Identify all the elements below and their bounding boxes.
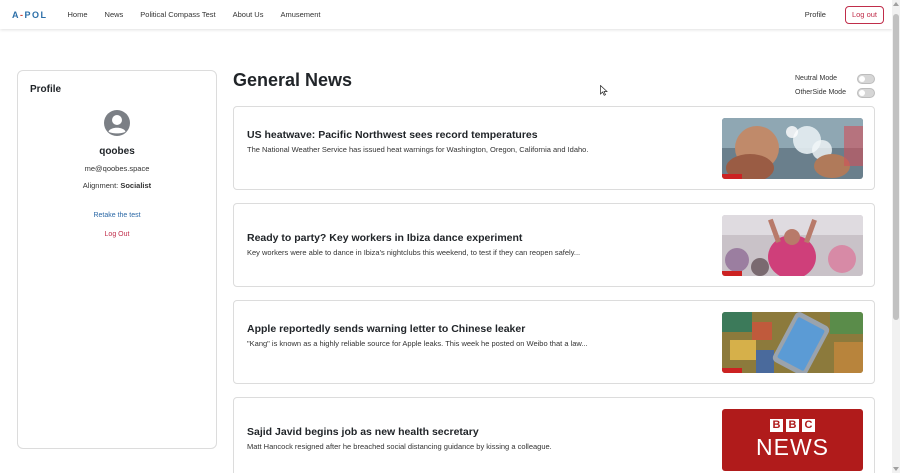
brand-letter-a: A bbox=[12, 9, 20, 20]
avatar-icon bbox=[104, 110, 130, 136]
news-title[interactable]: Sajid Javid begins job as new health sec… bbox=[247, 426, 479, 438]
profile-email: me@qoobes.space bbox=[84, 164, 150, 173]
retake-test-link[interactable]: Retake the test bbox=[18, 212, 216, 219]
otherside-mode-switch[interactable] bbox=[857, 87, 875, 98]
brand-logo[interactable]: A-POL bbox=[12, 10, 48, 20]
page-scrollbar[interactable] bbox=[892, 0, 900, 473]
otherside-mode-toggle-row: OtherSide Mode bbox=[795, 86, 875, 99]
profile-card: Profile qoobes me@qoobes.space Alignment… bbox=[17, 70, 217, 449]
bbc-news-wordmark: NEWS bbox=[756, 434, 829, 460]
logout-button[interactable]: Log out bbox=[844, 5, 884, 24]
nav-political-compass-test[interactable]: Political Compass Test bbox=[140, 10, 215, 19]
nav-home[interactable]: Home bbox=[68, 10, 88, 19]
nav-news[interactable]: News bbox=[105, 10, 124, 19]
heatwave-photo[interactable] bbox=[722, 118, 863, 179]
bbc-blocks: B B C bbox=[722, 419, 863, 432]
top-navbar: A-POL Home News Political Compass Test A… bbox=[0, 0, 892, 29]
news-card-apple[interactable]: Apple reportedly sends warning letter to… bbox=[233, 300, 875, 384]
page-title: General News bbox=[233, 70, 353, 90]
news-card-heatwave[interactable]: US heatwave: Pacific Northwest sees reco… bbox=[233, 106, 875, 190]
scroll-up-arrow-icon[interactable] bbox=[893, 2, 899, 6]
alignment-label: Alignment: bbox=[82, 181, 119, 190]
news-title[interactable]: US heatwave: Pacific Northwest sees reco… bbox=[247, 129, 538, 141]
news-card-javid[interactable]: Sajid Javid begins job as new health sec… bbox=[233, 397, 875, 473]
nav-links: Home News Political Compass Test About U… bbox=[68, 10, 338, 19]
neutral-mode-label: Neutral Mode bbox=[795, 75, 838, 82]
neutral-mode-switch[interactable] bbox=[857, 73, 875, 84]
news-description: Matt Hancock resigned after he breached … bbox=[247, 442, 552, 451]
bbc-news-logo[interactable]: B B C NEWS bbox=[722, 409, 863, 471]
nav-amusement[interactable]: Amusement bbox=[280, 10, 320, 19]
mode-toggles: Neutral Mode OtherSide Mode bbox=[795, 72, 875, 100]
news-description: "Kang" is known as a highly reliable sou… bbox=[247, 339, 588, 348]
news-title[interactable]: Ready to party? Key workers in Ibiza dan… bbox=[247, 232, 522, 244]
nav-profile[interactable]: Profile bbox=[805, 10, 826, 19]
news-description: Key workers were able to dance in Ibiza'… bbox=[247, 248, 581, 257]
profile-alignment: Alignment: Socialist bbox=[18, 181, 216, 190]
scroll-down-arrow-icon[interactable] bbox=[893, 467, 899, 471]
alignment-value: Socialist bbox=[120, 181, 152, 190]
news-card-ibiza[interactable]: Ready to party? Key workers in Ibiza dan… bbox=[233, 203, 875, 287]
neutral-mode-toggle-row: Neutral Mode bbox=[795, 72, 875, 85]
otherside-mode-label: OtherSide Mode bbox=[795, 89, 846, 96]
profile-heading: Profile bbox=[30, 84, 62, 95]
brand-letters-pol: POL bbox=[24, 9, 48, 20]
profile-logout-link[interactable]: Log Out bbox=[18, 231, 216, 238]
nav-right: Profile Log out bbox=[805, 5, 884, 24]
scrollbar-thumb[interactable] bbox=[893, 14, 899, 320]
party-photo[interactable] bbox=[722, 215, 863, 276]
nav-about-us[interactable]: About Us bbox=[233, 10, 264, 19]
news-description: The National Weather Service has issued … bbox=[247, 145, 589, 154]
profile-username: qoobes bbox=[99, 146, 135, 157]
mouse-cursor-icon bbox=[600, 85, 608, 96]
news-title[interactable]: Apple reportedly sends warning letter to… bbox=[247, 323, 525, 335]
iphone-puzzle-photo[interactable] bbox=[722, 312, 863, 373]
